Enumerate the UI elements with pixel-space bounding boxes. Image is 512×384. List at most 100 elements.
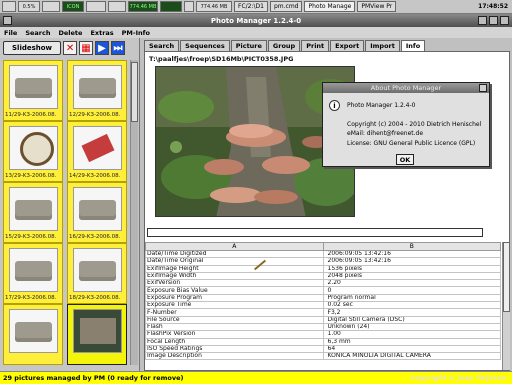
cell-value: 0: [322, 286, 501, 295]
table-row[interactable]: Date/Time Original 2006:09:05 13:42:16: [145, 257, 501, 266]
thumbnail-image: [9, 126, 58, 170]
dialog-close-icon[interactable]: [479, 84, 487, 92]
window-menu-icon[interactable]: [3, 16, 12, 25]
tb-memory: 774.46 MB: [196, 1, 232, 12]
tb-widget-6[interactable]: 774.46 MB: [128, 1, 158, 12]
thumbnail-image: [73, 248, 122, 292]
exif-table: A B Date/Time Digitized 2006:09:05 13:42:…: [145, 242, 501, 370]
thumbnail-image: [73, 65, 122, 109]
tab-import[interactable]: Import: [365, 40, 400, 51]
menu-search[interactable]: Search: [25, 29, 50, 37]
tb-widget-2[interactable]: [42, 1, 60, 12]
cell-key: F-Number: [145, 308, 324, 317]
task-fc[interactable]: FC/2:\D1: [234, 1, 268, 12]
table-row[interactable]: ExifImage Height 1536 pixels: [145, 264, 501, 273]
close-icon[interactable]: [500, 16, 509, 25]
table-row[interactable]: Exposure Bias Value 0: [145, 286, 501, 295]
thumbnail-image: [73, 309, 122, 353]
task-pmview[interactable]: PMView Pr: [357, 1, 397, 12]
tab-info[interactable]: Info: [400, 40, 426, 51]
thumbnail[interactable]: 13/29-K3-2006.08.: [3, 121, 63, 182]
menu-pm-info[interactable]: PM-Info: [122, 29, 150, 37]
tab-export[interactable]: Export: [330, 40, 365, 51]
about-dialog: About Photo Manager i Photo Manager 1.2.…: [322, 82, 490, 167]
table-row[interactable]: ExifVersion 2.20: [145, 279, 501, 288]
select-all-icon[interactable]: ▦: [79, 41, 94, 55]
maximize-icon[interactable]: [489, 16, 498, 25]
thumbnail[interactable]: 11/29-K3-2006.08.: [3, 60, 63, 121]
tb-widget-0[interactable]: [2, 1, 16, 12]
thumbnail[interactable]: 15/29-K3-2006.08.: [3, 182, 63, 243]
cell-key: ExifImage Width: [145, 271, 324, 281]
thumbnail[interactable]: 16/29-K3-2006.08.: [67, 182, 127, 243]
next-icon[interactable]: ▶: [95, 41, 110, 55]
last-icon[interactable]: ⏭: [111, 41, 126, 55]
table-row[interactable]: Image Description KONICA MINOLTA DIGITAL …: [145, 352, 501, 361]
tab-search[interactable]: Search: [144, 40, 180, 51]
tab-print[interactable]: Print: [301, 40, 330, 51]
cell-key: Exposure Program: [145, 293, 324, 303]
dialog-title[interactable]: About Photo Manager: [323, 83, 489, 93]
tb-widget-8[interactable]: [184, 1, 194, 12]
cell-value: 2006:09:05 13:42:16: [322, 249, 501, 259]
file-path: T:\paalfjes\froep\SD16Mb\PICT0358.JPG: [149, 55, 294, 63]
thumbnail-image: [9, 187, 58, 231]
path-input[interactable]: [147, 228, 483, 237]
cell-key: Image Description: [145, 352, 324, 361]
cell-value: 2.20: [322, 279, 501, 288]
scrollbar-thumb[interactable]: [503, 242, 510, 312]
menu-file[interactable]: File: [4, 29, 17, 37]
cell-key: ISO Speed Ratings: [145, 344, 324, 354]
table-row[interactable]: File Source Digital Still Camera (DSC): [145, 315, 501, 324]
tab-group[interactable]: Group: [267, 40, 301, 51]
table-row[interactable]: Exposure Time 0.02 sec: [145, 301, 501, 310]
thumbnail-image: [9, 248, 58, 292]
table-row[interactable]: Flash Unknown (24): [145, 322, 501, 332]
tb-widget-3[interactable]: ICON: [62, 1, 84, 12]
table-row[interactable]: FlashPix Version 1.00: [145, 330, 501, 339]
slideshow-button[interactable]: Slideshow: [3, 41, 62, 55]
tb-widget-7[interactable]: [160, 1, 182, 12]
thumbnail[interactable]: 14/29-K3-2006.08.: [67, 121, 127, 182]
cell-key: Date/Time Digitized: [145, 249, 324, 259]
delete-icon[interactable]: ✕: [63, 41, 78, 55]
scrollbar-thumb[interactable]: [131, 62, 138, 122]
minimize-icon[interactable]: [478, 16, 487, 25]
table-row[interactable]: ExifImage Width 2048 pixels: [145, 271, 501, 281]
cell-value: Unknown (24): [322, 322, 501, 332]
cell-value: 1536 pixels: [322, 264, 501, 273]
menu-delete[interactable]: Delete: [58, 29, 82, 37]
table-scrollbar[interactable]: [502, 242, 510, 370]
tb-widget-5[interactable]: [108, 1, 126, 12]
tab-sequences[interactable]: Sequences: [180, 40, 230, 51]
table-row[interactable]: Focal Length 6,3 mm: [145, 337, 501, 346]
table-row[interactable]: ISO Speed Ratings 64: [145, 344, 501, 354]
thumbnail[interactable]: [3, 304, 63, 365]
ok-button[interactable]: OK: [396, 154, 414, 165]
menu-extras[interactable]: Extras: [90, 29, 113, 37]
window-title: Photo Manager 1.2.4-0: [210, 16, 302, 25]
task-photo-manager[interactable]: Photo Manage: [304, 1, 356, 12]
tab-picture[interactable]: Picture: [230, 40, 267, 51]
table-row[interactable]: Date/Time Digitized 2006:09:05 13:42:16: [145, 249, 501, 259]
column-header-a[interactable]: A: [145, 242, 324, 251]
window-titlebar[interactable]: Photo Manager 1.2.4-0: [0, 14, 512, 27]
column-header-b[interactable]: B: [322, 242, 501, 251]
thumbnail-selected[interactable]: [67, 304, 127, 365]
task-pm-cmd[interactable]: pm.cmd: [269, 1, 303, 12]
thumbnail[interactable]: 17/29-K3-2006.08.: [3, 243, 63, 304]
cell-value: Digital Still Camera (DSC): [322, 315, 501, 324]
cell-key: FlashPix Version: [145, 330, 324, 339]
tb-widget-4[interactable]: [86, 1, 106, 12]
thumbnail[interactable]: 12/29-K3-2006.08.: [67, 60, 127, 121]
table-row[interactable]: Exposure Program Program normal: [145, 293, 501, 303]
table-row[interactable]: F-Number F3,2: [145, 308, 501, 317]
status-bar: 29 pictures managed by PM (0 ready for r…: [0, 371, 512, 384]
table-header-row: A B: [145, 242, 501, 251]
thumbnail-image: [9, 65, 58, 109]
thumbnail[interactable]: 18/29-K3-2006.08.: [67, 243, 127, 304]
thumbnail-scrollbar[interactable]: [130, 60, 138, 365]
cell-value: 0.02 sec: [322, 301, 501, 310]
tb-widget-1[interactable]: 0.5%: [18, 1, 40, 12]
dialog-license: License: GNU General Public Licence (GPL…: [347, 140, 476, 147]
